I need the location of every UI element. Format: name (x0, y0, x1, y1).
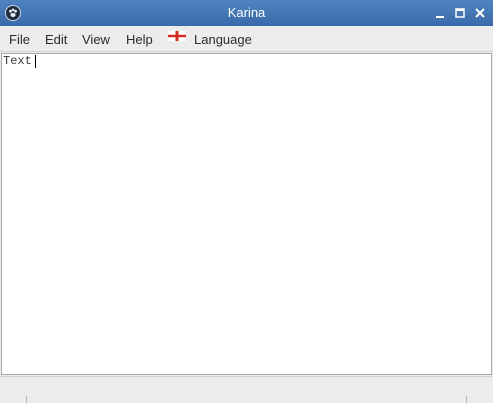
editor-content[interactable]: Text (3, 54, 32, 68)
menu-bar: File Edit View Help Language (0, 26, 493, 52)
text-caret (35, 55, 36, 68)
app-window: Karina File Edit View Help Language Text (0, 0, 493, 403)
title-bar[interactable]: Karina (0, 0, 493, 26)
england-flag-icon (168, 31, 186, 41)
window-title: Karina (227, 5, 266, 20)
close-icon (475, 8, 485, 18)
menu-edit[interactable]: Edit (45, 26, 67, 52)
status-bar (0, 376, 493, 403)
menu-language[interactable]: Language (166, 26, 256, 52)
menu-file[interactable]: File (9, 26, 30, 52)
menu-help[interactable]: Help (126, 26, 153, 52)
menu-language-label: Language (194, 32, 252, 47)
maximize-icon (455, 8, 465, 18)
maximize-button[interactable] (452, 5, 468, 21)
menu-view[interactable]: View (82, 26, 110, 52)
text-editor[interactable]: Text (1, 53, 492, 375)
minimize-icon (436, 16, 444, 18)
minimize-button[interactable] (432, 5, 448, 21)
close-button[interactable] (472, 5, 488, 21)
